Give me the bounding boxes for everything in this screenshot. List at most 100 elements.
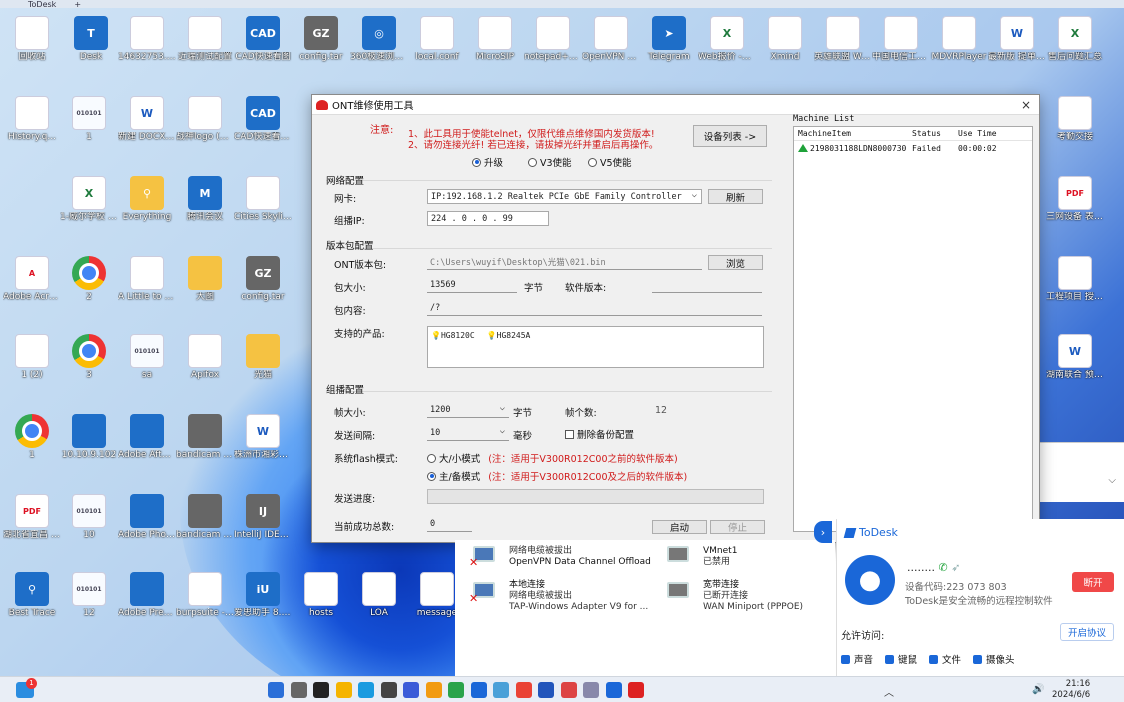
desktop-icon[interactable]: A Little to the Left — [118, 256, 176, 303]
enable-protocol-button[interactable]: 开启协议 — [1060, 623, 1114, 641]
desktop-icon[interactable]: 2 — [60, 256, 118, 303]
desktop-icon[interactable]: W 新建 DOCX 文档 (2) — [118, 96, 176, 143]
taskbar-app-icon[interactable] — [268, 682, 284, 698]
desktop-icon[interactable]: ♻ 回收站 — [3, 16, 61, 63]
taskbar-app-icon[interactable] — [448, 682, 464, 698]
desktop-icon[interactable]: W 株洲市湘彩兴 保养基 ... — [234, 414, 292, 461]
flash-big-small-radio[interactable]: 大/小模式 (注：适用于V300R012C00之前的软件版本) — [427, 451, 678, 465]
desktop-icon[interactable]: 1 (2) — [3, 334, 61, 381]
taskbar-app-icon[interactable] — [538, 682, 554, 698]
desktop-icon[interactable]: 考勤交接 — [1046, 96, 1104, 143]
column-header[interactable]: Status — [912, 129, 958, 138]
desktop-icon[interactable]: ⚲ Everything — [118, 176, 176, 223]
desktop-icon[interactable]: ◎ 360极速浏览器 — [350, 16, 408, 63]
desktop-icon[interactable]: ◉ OpenVPN Connect — [582, 16, 640, 63]
column-header[interactable]: MachineItem — [794, 129, 912, 138]
mode-v5-radio[interactable]: V5使能 — [588, 155, 632, 169]
close-button[interactable]: × — [1021, 98, 1031, 112]
refresh-button[interactable]: 刷新 — [708, 189, 763, 204]
desktop-icon[interactable]: ➤ Telegram — [640, 16, 698, 63]
desktop-icon[interactable]: hosts — [292, 572, 350, 619]
delete-backup-checkbox[interactable]: 删除备份配置 — [565, 427, 634, 441]
desktop-icon[interactable]: Xmind — [756, 16, 814, 63]
desktop-icon[interactable]: X Web报价 -GX510SGX — [698, 16, 756, 63]
desktop-icon[interactable]: History.q... — [3, 96, 61, 143]
taskbar-app-icon[interactable] — [403, 682, 419, 698]
desktop-icon[interactable]: 大图 — [176, 256, 234, 303]
desktop-icon[interactable]: local.conf — [408, 16, 466, 63]
start-button[interactable]: 启动 — [652, 520, 707, 534]
taskbar-app-icon[interactable] — [493, 682, 509, 698]
desktop-icon[interactable]: ◐ MDVRPlayer — [930, 16, 988, 63]
chevron-down-icon[interactable]: ⌵ — [1108, 475, 1116, 486]
taskbar-app-icon[interactable] — [628, 682, 644, 698]
desktop-icon[interactable]: GZ config.tar — [292, 16, 350, 63]
interval-select[interactable]: 10 — [427, 426, 509, 441]
desktop-icon[interactable]: 3 — [60, 334, 118, 381]
taskbar-app-icon[interactable] — [425, 682, 442, 698]
desktop-icon[interactable]: Apifox — [176, 334, 234, 381]
desktop-icon[interactable]: 光猫 — [234, 334, 292, 381]
new-tab-button[interactable]: + — [74, 0, 81, 9]
desktop-icon[interactable]: 近端测试配置 — [176, 16, 234, 63]
desktop-icon[interactable]: M 腾讯会议 — [176, 176, 234, 223]
table-row[interactable]: 2198031188LDN8000730 Failed 00:00:02 — [794, 141, 1032, 155]
desktop-icon[interactable]: X 1-威尔学校 -安全 2022... — [60, 176, 118, 223]
desktop-icon[interactable]: 1 — [3, 414, 61, 461]
stop-button[interactable]: 停止 — [710, 520, 765, 534]
taskbar-app-icon[interactable] — [605, 682, 622, 698]
taskbar-app-icon[interactable] — [358, 682, 374, 698]
taskbar-app-icon[interactable] — [560, 682, 577, 698]
desktop-icon[interactable]: Adobe Premie... — [118, 572, 176, 619]
desktop-icon[interactable]: Adobe Photosh... — [118, 494, 176, 541]
desktop-icon[interactable]: PDF 三网设备 表单-... — [1046, 176, 1104, 223]
mode-v3-radio[interactable]: V3使能 — [528, 155, 572, 169]
desktop-icon[interactable]: ⚙ burpsuite - 快捷方式 — [176, 572, 234, 619]
perm-keyboard-mouse-checkbox[interactable]: 键鼠 — [885, 652, 917, 666]
desktop-icon[interactable]: W 最新版 提单 模板 — [988, 16, 1046, 63]
collapse-panel-button[interactable]: › — [814, 521, 832, 543]
adapter-openvpn[interactable]: 网络电缆被拔出 OpenVPN Data Channel Offload — [509, 546, 651, 568]
desktop-icon[interactable]: 010101 10 — [60, 494, 118, 541]
browse-button[interactable]: 浏览 — [708, 255, 763, 270]
adapter-vmnet1[interactable]: VMnet1 已禁用 — [703, 546, 737, 568]
flash-main-backup-radio[interactable]: 主/备模式 (注：适用于V300R012C00及之后的软件版本) — [427, 469, 687, 483]
desktop-icon[interactable]: PDF 湖北省宜昌 至国信设... — [3, 494, 61, 541]
disconnect-button[interactable]: 断开 — [1072, 572, 1114, 592]
desktop-icon[interactable]: Adobe After Effects 2022 — [118, 414, 176, 461]
desktop-icon[interactable]: CAD CAD快速看图 -编辑器 — [234, 96, 292, 143]
desktop-icon[interactable]: notepad++ - 快捷方式 — [524, 16, 582, 63]
desktop-icon[interactable]: MicroSIP — [466, 16, 524, 63]
desktop-icon[interactable]: iU 爱思助手 8.0(64位) — [234, 572, 292, 619]
desktop-icon[interactable]: bandicam 2023-08-2... — [176, 494, 234, 541]
perm-file-checkbox[interactable]: 文件 — [929, 652, 961, 666]
desktop-icon[interactable]: L 英雄联盟 WeGame版 — [814, 16, 872, 63]
desktop-icon[interactable]: 中国电信工程 安全性 ... — [872, 16, 930, 63]
perm-camera-checkbox[interactable]: 摄像头 — [973, 652, 1015, 666]
clock[interactable]: 21:16 2024/6/6 — [1052, 679, 1090, 701]
desktop-icon[interactable]: CAD CAD快速看图 — [234, 16, 292, 63]
desktop-icon[interactable]: ⚲ Best Trace — [3, 572, 61, 619]
desktop-icon[interactable]: 010101 1 — [60, 96, 118, 143]
adapter-broadband[interactable]: 宽带连接 已断开连接 WAN Miniport (PPPOE) — [703, 580, 803, 613]
desktop-icon[interactable]: Cities Skylines — [234, 176, 292, 223]
device-list-button[interactable]: 设备列表 -> — [693, 125, 767, 147]
taskbar-app-icon[interactable] — [290, 682, 307, 698]
desktop-icon[interactable]: X 售后问题汇总 — [1046, 16, 1104, 63]
desktop-icon[interactable]: bandicam 2023-08-2... — [176, 414, 234, 461]
desktop-icon[interactable]: T Desk — [62, 16, 120, 63]
taskbar-app-icon[interactable] — [515, 682, 532, 698]
taskbar-app-icon[interactable] — [313, 682, 329, 698]
desktop-icon[interactable]: IJ IntelliJ IDEA 2024.1 — [234, 494, 292, 541]
desktop-icon[interactable]: 战神logo (102) — [176, 96, 234, 143]
frame-size-select[interactable]: 1200 — [427, 403, 509, 418]
desktop-icon[interactable]: LOA — [350, 572, 408, 619]
nic-select[interactable]: IP:192.168.1.2 Realtek PCIe GbE Family C… — [427, 189, 702, 204]
adapter-local[interactable]: 本地连接 网络电缆被拔出 TAP-Windows Adapter V9 for ..… — [509, 580, 648, 613]
column-header[interactable]: Use Time — [958, 129, 1018, 138]
taskbar-app-icon[interactable] — [470, 682, 487, 698]
taskbar-app-icon[interactable] — [380, 682, 397, 698]
desktop-icon[interactable]: W 湖南联合 预付报 ... — [1046, 334, 1104, 381]
desktop-icon[interactable]: 10.10.9.102 — [60, 414, 118, 461]
desktop-icon[interactable]: 14632753... 附件2 (附... — [118, 16, 176, 63]
